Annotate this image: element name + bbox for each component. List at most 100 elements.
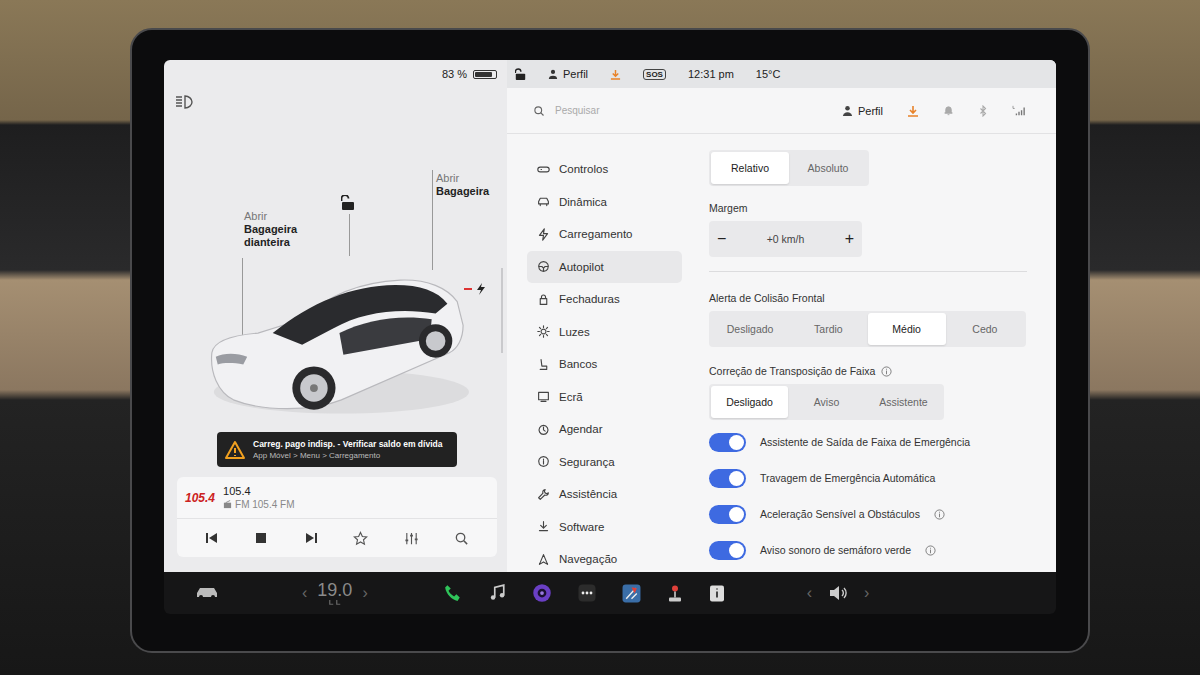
toggle-switch[interactable] <box>709 505 746 524</box>
charge-port-icon[interactable] <box>462 282 492 296</box>
menu-item-icon <box>537 195 550 208</box>
manual-icon[interactable] <box>709 584 725 603</box>
settings-header: Pesquisar Perfil <box>507 88 1056 134</box>
scroll-indicator <box>501 268 503 353</box>
car-icon <box>204 253 469 423</box>
settings-body: ControlosDinâmicaCarregamentoAutopilotFe… <box>507 134 1056 572</box>
menu-item[interactable]: Software <box>527 511 682 544</box>
info-icon[interactable] <box>934 509 945 520</box>
media-controls <box>177 519 497 557</box>
car-icon[interactable] <box>196 586 218 600</box>
menu-item-icon <box>537 553 550 566</box>
profile-button[interactable]: Perfil <box>842 105 883 117</box>
menu-item-icon <box>537 390 550 403</box>
warning-title: Carreg. pago indisp. - Verificar saldo e… <box>253 438 442 450</box>
speaker-icon[interactable] <box>828 585 848 601</box>
favorite-icon[interactable] <box>353 531 368 546</box>
info-icon[interactable] <box>881 366 892 377</box>
stop-icon[interactable] <box>254 531 268 545</box>
toggle-switch[interactable] <box>709 469 746 488</box>
sos-badge[interactable]: SOS <box>643 69 666 80</box>
segment-option[interactable]: Tardio <box>789 313 867 345</box>
open-trunk-button[interactable]: AbrirBagageira <box>436 172 502 198</box>
toggle-row: Travagem de Emergência Automática <box>709 460 1056 496</box>
toggle-row: Assistente de Saída de Faixa de Emergênc… <box>709 424 1056 460</box>
cabin-temperature[interactable]: 19.0 <box>317 581 352 599</box>
camera-icon[interactable] <box>532 583 552 603</box>
segment-option[interactable]: Absoluto <box>789 152 867 184</box>
segment-option[interactable]: Desligado <box>711 386 788 418</box>
menu-item[interactable]: Navegação <box>527 543 682 572</box>
phone-icon[interactable] <box>444 584 462 602</box>
more-icon[interactable] <box>578 584 596 602</box>
volume-control: ‹› <box>807 584 870 602</box>
status-profile[interactable]: Perfil <box>563 68 588 80</box>
warning-path: App Móvel > Menu > Carregamento <box>253 450 442 461</box>
autopilot-settings: RelativoAbsolutoMargem−+0 km/h+Alerta de… <box>707 134 1056 572</box>
menu-item-icon <box>537 163 550 176</box>
menu-item-icon <box>537 325 550 338</box>
menu-item[interactable]: Agendar <box>527 413 682 446</box>
menu-item[interactable]: Ecrã <box>527 381 682 414</box>
toggle-switch[interactable] <box>709 433 746 452</box>
offset-stepper: −+0 km/h+ <box>709 221 862 257</box>
lock-leader-line <box>349 214 350 256</box>
status-temperature: 15°C <box>756 68 781 80</box>
next-icon[interactable] <box>304 531 318 545</box>
charging-warning[interactable]: Carreg. pago indisp. - Verificar saldo e… <box>217 432 457 467</box>
toggle-row: Aceleração Sensível a Obstáculos <box>709 496 1056 532</box>
menu-item[interactable]: Autopilot <box>527 251 682 284</box>
bell-icon[interactable] <box>943 105 954 116</box>
segment-option[interactable]: Aviso <box>788 386 865 418</box>
info-icon[interactable] <box>925 545 936 556</box>
menu-item[interactable]: Assistência <box>527 478 682 511</box>
battery-percent: 83 % <box>442 68 467 80</box>
volume-down-button[interactable]: ‹ <box>807 584 812 602</box>
menu-item-icon <box>537 423 550 436</box>
temp-down-button[interactable]: ‹ <box>302 584 307 602</box>
download-icon[interactable] <box>907 105 919 117</box>
menu-item[interactable]: Dinâmica <box>527 186 682 219</box>
auto-headlight-icon[interactable] <box>174 94 194 110</box>
person-icon <box>548 69 558 79</box>
lane-departure-label: Correção de Transposição de Faixa <box>709 365 1056 378</box>
menu-item[interactable]: Controlos <box>527 153 682 186</box>
increment-button[interactable]: + <box>845 230 854 248</box>
previous-icon[interactable] <box>205 531 219 545</box>
decrement-button[interactable]: − <box>717 230 726 248</box>
search-placeholder: Pesquisar <box>555 105 599 116</box>
download-icon[interactable] <box>610 69 621 80</box>
menu-item-icon <box>537 260 550 273</box>
music-icon[interactable] <box>488 584 506 602</box>
offset-label: Margem <box>709 202 1056 215</box>
menu-item-icon <box>537 228 550 241</box>
segment-option[interactable]: Relativo <box>711 152 789 184</box>
segment-option[interactable]: Desligado <box>711 313 789 345</box>
trunk-leader-line <box>432 170 433 270</box>
lane-departure-options: DesligadoAvisoAssistente <box>709 384 944 420</box>
navigation-icon[interactable] <box>622 584 641 603</box>
lock-icon[interactable] <box>515 68 526 81</box>
bluetooth-icon[interactable] <box>978 105 988 117</box>
segment-option[interactable]: Assistente <box>865 386 942 418</box>
segment-option[interactable]: Cedo <box>946 313 1024 345</box>
segment-option[interactable]: Médio <box>868 313 946 345</box>
lte-signal-icon <box>1012 105 1026 117</box>
temp-up-button[interactable]: › <box>362 584 367 602</box>
menu-item[interactable]: Segurança <box>527 446 682 479</box>
menu-item[interactable]: Carregamento <box>527 218 682 251</box>
door-lock-icon[interactable] <box>341 195 355 211</box>
volume-up-button[interactable]: › <box>864 584 869 602</box>
seat-heater-icon[interactable] <box>328 599 342 606</box>
warning-icon <box>225 441 245 459</box>
open-frunk-button[interactable]: AbrirBagageira dianteira <box>244 210 314 249</box>
search-icon[interactable] <box>454 531 469 546</box>
menu-item[interactable]: Bancos <box>527 348 682 381</box>
equalizer-icon[interactable] <box>404 531 419 546</box>
menu-item[interactable]: Luzes <box>527 316 682 349</box>
search-field[interactable]: Pesquisar <box>533 105 599 117</box>
menu-item[interactable]: Fechaduras <box>527 283 682 316</box>
toggle-switch[interactable] <box>709 541 746 560</box>
person-icon <box>842 105 853 116</box>
joystick-icon[interactable] <box>667 584 683 603</box>
